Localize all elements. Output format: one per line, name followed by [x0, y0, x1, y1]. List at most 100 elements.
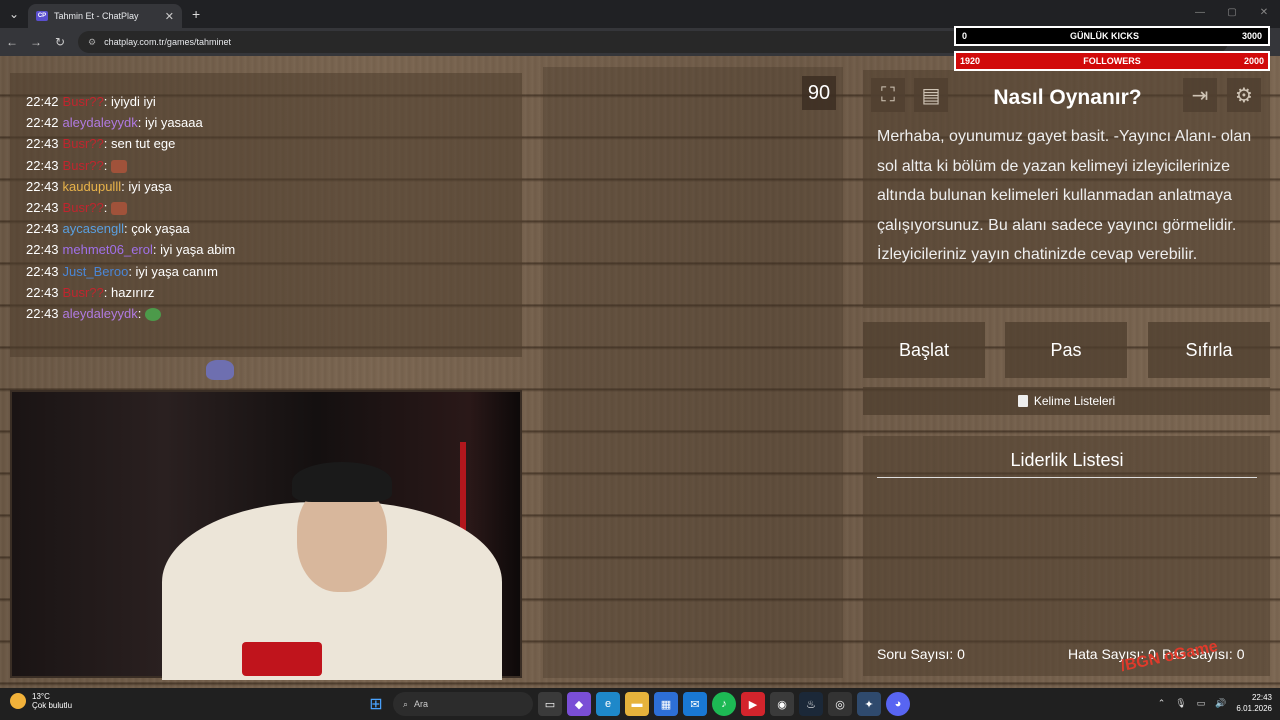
app-icon[interactable]: ✦	[857, 692, 881, 716]
tab-title: Tahmin Et - ChatPlay	[54, 11, 139, 21]
url-text: chatplay.com.tr/games/tahminet	[104, 37, 231, 47]
chat-message: 22:43 Busr??:	[26, 200, 127, 216]
taskbar-apps: ⊞ ⌕ Ara ▭ ◆ e ▬ ▦ ✉ ♪ ▶ ◉ ♨ ◎ ✦ ◕	[364, 692, 910, 716]
close-tab-icon[interactable]: ✕	[165, 10, 174, 23]
chat-username[interactable]: kaudupulll	[63, 179, 122, 194]
chat-text: iyi yasaaa	[144, 115, 203, 131]
app-red-icon[interactable]: ▶	[741, 692, 765, 716]
chat-message: 22:43 aycasengll: çok yaşaa	[26, 221, 190, 236]
chat-message: 22:43 aleydaleyydk:	[26, 306, 161, 322]
chat-username[interactable]: mehmet06_erol	[63, 242, 153, 257]
network-icon[interactable]: ▭	[1197, 698, 1206, 709]
chat-username[interactable]: aleydaleyydk	[63, 306, 138, 321]
chatplay-favicon-icon: CP	[36, 11, 48, 21]
leaderboard-title: Liderlik Listesi	[877, 450, 1257, 478]
chat-text: iyi yaşa	[128, 178, 172, 194]
chat-time: 22:42	[26, 94, 59, 109]
streamer-cap	[292, 462, 392, 502]
outlook-icon[interactable]: ✉	[683, 692, 707, 716]
how-to-play-title: Nasıl Oynanır?	[993, 86, 1142, 109]
obs-icon[interactable]: ◎	[828, 692, 852, 716]
back-icon[interactable]: ←	[0, 35, 24, 49]
chat-message: 22:43 mehmet06_erol: iyi yaşa abim	[26, 242, 235, 257]
new-tab-icon[interactable]: +	[192, 6, 200, 22]
chat-text: iyi yaşa canım	[135, 263, 218, 279]
chat-time: 22:43	[26, 157, 59, 173]
windows-start-icon[interactable]: ⊞	[364, 692, 388, 716]
chat-username[interactable]: aycasengll	[63, 221, 124, 236]
forward-icon[interactable]: →	[24, 35, 48, 49]
chat-username[interactable]: Busr??	[63, 285, 104, 300]
chat-message: 22:43 kaudupulll: iyi yaşa	[26, 179, 172, 194]
close-window-icon[interactable]: ✕	[1248, 0, 1280, 26]
spotify-icon[interactable]: ♪	[712, 692, 736, 716]
weather-icon	[10, 693, 26, 709]
chat-message: 22:43 Busr??: sen tut ege	[26, 136, 175, 151]
microphone-icon[interactable]: 🎙	[1175, 698, 1186, 709]
browser-tab-bar: ⌄ CP Tahmin Et - ChatPlay ✕ + — ▢ ✕	[0, 0, 1280, 28]
daily-kicks-bar: 0 GÜNLÜK KICKS 3000	[954, 26, 1270, 46]
edge-icon[interactable]: e	[596, 692, 620, 716]
minimize-icon[interactable]: —	[1184, 0, 1216, 26]
tab-search-chevron-icon[interactable]: ⌄	[0, 0, 28, 28]
reload-icon[interactable]: ↻	[48, 35, 72, 49]
timer: 90	[802, 76, 836, 110]
chat-time: 22:43	[26, 242, 59, 258]
chat-message: 22:43 Busr??: hazırırz	[26, 285, 154, 300]
chat-username[interactable]: Busr??	[63, 94, 104, 109]
search-icon: ⌕	[403, 698, 409, 709]
volume-icon[interactable]: 🔊	[1215, 698, 1226, 709]
chat-username[interactable]: aleydaleyydk	[63, 115, 138, 130]
clock-date: 6.01.2026	[1236, 704, 1272, 713]
exit-icon[interactable]: ⇥	[1183, 78, 1217, 112]
maximize-icon[interactable]: ▢	[1216, 0, 1248, 26]
fullscreen-icon[interactable]: ⛶	[871, 78, 905, 112]
chat-text: sen tut ege	[110, 136, 176, 152]
discord-icon[interactable]: ◕	[886, 692, 910, 716]
clock[interactable]: 22:43 6.01.2026	[1236, 692, 1272, 714]
followers-label: FOLLOWERS	[1083, 56, 1141, 66]
browser-tab[interactable]: CP Tahmin Et - ChatPlay ✕	[28, 4, 182, 28]
reset-button[interactable]: Sıfırla	[1148, 322, 1270, 378]
kicks-label: GÜNLÜK KICKS	[1069, 31, 1139, 41]
chat-separator: :	[128, 263, 136, 279]
followers-goal: 2000	[1243, 56, 1264, 66]
store-icon[interactable]: ▦	[654, 692, 678, 716]
chat-separator: :	[103, 136, 111, 152]
settings-gear-icon[interactable]: ⚙	[1227, 78, 1261, 112]
chat-time: 22:43	[26, 200, 59, 215]
file-explorer-icon[interactable]: ▬	[625, 692, 649, 716]
site-info-icon[interactable]: ⚙	[88, 37, 96, 48]
weather-desc: Çok bulutlu	[32, 701, 73, 710]
chat-username[interactable]: Busr??	[63, 200, 104, 215]
chat-message: 22:42 aleydaleyydk: iyi yasaaa	[26, 115, 203, 130]
chat-message: 22:42 Busr??: iyiydi iyi	[26, 94, 156, 109]
chat-username[interactable]: Busr??	[63, 136, 104, 151]
kicks-current: 0	[962, 31, 968, 41]
search-placeholder: Ara	[414, 699, 429, 709]
weather-widget[interactable]: 13°C Çok bulutlu	[10, 692, 72, 710]
weather-temp: 13°C	[32, 692, 50, 701]
word-lists-button[interactable]: Kelime Listeleri	[863, 387, 1270, 415]
chat-separator: :	[137, 306, 145, 321]
tray-chevron-icon[interactable]: ⌃	[1158, 698, 1166, 709]
followers-current: 1920	[960, 56, 981, 66]
chrome-icon[interactable]: ◉	[770, 692, 794, 716]
kicks-goal: 3000	[1241, 31, 1262, 41]
emote-icon	[110, 159, 127, 173]
steam-icon[interactable]: ♨	[799, 692, 823, 716]
chat-separator: :	[103, 284, 111, 300]
taskbar-search[interactable]: ⌕ Ara	[393, 692, 533, 716]
emote-icon	[110, 202, 127, 216]
start-button[interactable]: Başlat	[863, 322, 985, 378]
system-tray: ⌃ 🎙 ▭ 🔊 22:43 6.01.2026	[1158, 692, 1272, 714]
chat-username[interactable]: Just_Beroo	[63, 264, 129, 279]
streamer-area-panel	[543, 67, 843, 678]
pass-button[interactable]: Pas	[1005, 322, 1127, 378]
chat-time: 22:43	[26, 306, 59, 321]
floating-emote-icon	[206, 360, 234, 380]
chat-text: çok yaşaa	[131, 221, 190, 237]
task-view-icon[interactable]: ▭	[538, 692, 562, 716]
copilot-icon[interactable]: ◆	[567, 692, 591, 716]
chat-username[interactable]: Busr??	[63, 158, 104, 173]
